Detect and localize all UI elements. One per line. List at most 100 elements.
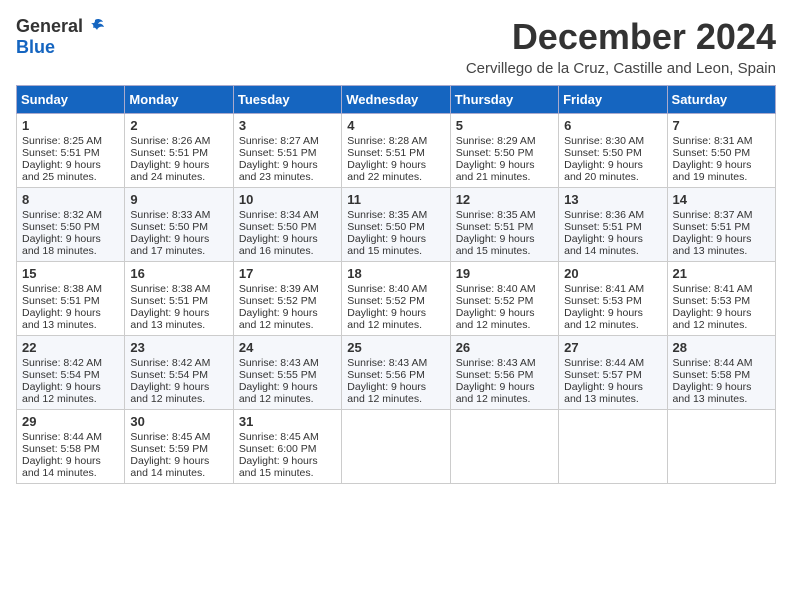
calendar-week-row: 29 Sunrise: 8:44 AM Sunset: 5:58 PM Dayl… <box>17 410 776 484</box>
daylight-label: Daylight: 9 hours and 14 minutes. <box>22 455 101 479</box>
sunrise-label: Sunrise: 8:41 AM <box>673 283 753 295</box>
sunset-label: Sunset: 5:51 PM <box>130 147 208 159</box>
sunrise-label: Sunrise: 8:27 AM <box>239 135 319 147</box>
sunset-label: Sunset: 5:50 PM <box>130 221 208 233</box>
sunrise-label: Sunrise: 8:42 AM <box>22 357 102 369</box>
calendar-cell: 11 Sunrise: 8:35 AM Sunset: 5:50 PM Dayl… <box>342 188 450 262</box>
day-number: 21 <box>673 266 770 281</box>
sunset-label: Sunset: 5:58 PM <box>22 443 100 455</box>
calendar-weekday-header: Thursday <box>450 86 558 114</box>
day-number: 5 <box>456 118 553 133</box>
calendar-cell: 16 Sunrise: 8:38 AM Sunset: 5:51 PM Dayl… <box>125 262 233 336</box>
calendar-cell: 23 Sunrise: 8:42 AM Sunset: 5:54 PM Dayl… <box>125 336 233 410</box>
sunrise-label: Sunrise: 8:26 AM <box>130 135 210 147</box>
sunrise-label: Sunrise: 8:40 AM <box>456 283 536 295</box>
daylight-label: Daylight: 9 hours and 20 minutes. <box>564 159 643 183</box>
calendar-cell: 10 Sunrise: 8:34 AM Sunset: 5:50 PM Dayl… <box>233 188 341 262</box>
calendar-cell: 28 Sunrise: 8:44 AM Sunset: 5:58 PM Dayl… <box>667 336 775 410</box>
sunrise-label: Sunrise: 8:32 AM <box>22 209 102 221</box>
calendar-cell: 18 Sunrise: 8:40 AM Sunset: 5:52 PM Dayl… <box>342 262 450 336</box>
daylight-label: Daylight: 9 hours and 12 minutes. <box>239 307 318 331</box>
day-number: 9 <box>130 192 227 207</box>
calendar-cell: 30 Sunrise: 8:45 AM Sunset: 5:59 PM Dayl… <box>125 410 233 484</box>
sunrise-label: Sunrise: 8:45 AM <box>130 431 210 443</box>
calendar-table: SundayMondayTuesdayWednesdayThursdayFrid… <box>16 85 776 484</box>
sunrise-label: Sunrise: 8:38 AM <box>130 283 210 295</box>
day-number: 29 <box>22 414 119 429</box>
day-number: 16 <box>130 266 227 281</box>
sunset-label: Sunset: 5:51 PM <box>673 221 751 233</box>
sunset-label: Sunset: 5:53 PM <box>564 295 642 307</box>
calendar-cell: 25 Sunrise: 8:43 AM Sunset: 5:56 PM Dayl… <box>342 336 450 410</box>
calendar-cell <box>342 410 450 484</box>
calendar-cell: 20 Sunrise: 8:41 AM Sunset: 5:53 PM Dayl… <box>559 262 667 336</box>
calendar-cell: 7 Sunrise: 8:31 AM Sunset: 5:50 PM Dayli… <box>667 114 775 188</box>
calendar-weekday-header: Friday <box>559 86 667 114</box>
sunrise-label: Sunrise: 8:31 AM <box>673 135 753 147</box>
calendar-cell: 15 Sunrise: 8:38 AM Sunset: 5:51 PM Dayl… <box>17 262 125 336</box>
sunset-label: Sunset: 5:56 PM <box>347 369 425 381</box>
sunset-label: Sunset: 5:51 PM <box>22 295 100 307</box>
daylight-label: Daylight: 9 hours and 21 minutes. <box>456 159 535 183</box>
sunset-label: Sunset: 5:52 PM <box>347 295 425 307</box>
daylight-label: Daylight: 9 hours and 12 minutes. <box>22 381 101 405</box>
calendar-cell: 3 Sunrise: 8:27 AM Sunset: 5:51 PM Dayli… <box>233 114 341 188</box>
day-number: 3 <box>239 118 336 133</box>
daylight-label: Daylight: 9 hours and 23 minutes. <box>239 159 318 183</box>
calendar-week-row: 8 Sunrise: 8:32 AM Sunset: 5:50 PM Dayli… <box>17 188 776 262</box>
day-number: 19 <box>456 266 553 281</box>
daylight-label: Daylight: 9 hours and 14 minutes. <box>564 233 643 257</box>
sunrise-label: Sunrise: 8:34 AM <box>239 209 319 221</box>
sunset-label: Sunset: 5:51 PM <box>456 221 534 233</box>
daylight-label: Daylight: 9 hours and 15 minutes. <box>347 233 426 257</box>
day-number: 23 <box>130 340 227 355</box>
day-number: 12 <box>456 192 553 207</box>
daylight-label: Daylight: 9 hours and 13 minutes. <box>22 307 101 331</box>
calendar-cell <box>667 410 775 484</box>
sunrise-label: Sunrise: 8:30 AM <box>564 135 644 147</box>
calendar-cell: 8 Sunrise: 8:32 AM Sunset: 5:50 PM Dayli… <box>17 188 125 262</box>
location: Cervillego de la Cruz, Castille and Leon… <box>466 60 776 77</box>
sunset-label: Sunset: 5:50 PM <box>347 221 425 233</box>
day-number: 1 <box>22 118 119 133</box>
daylight-label: Daylight: 9 hours and 12 minutes. <box>130 381 209 405</box>
sunrise-label: Sunrise: 8:42 AM <box>130 357 210 369</box>
sunrise-label: Sunrise: 8:28 AM <box>347 135 427 147</box>
daylight-label: Daylight: 9 hours and 24 minutes. <box>130 159 209 183</box>
day-number: 17 <box>239 266 336 281</box>
calendar-cell: 9 Sunrise: 8:33 AM Sunset: 5:50 PM Dayli… <box>125 188 233 262</box>
calendar-week-row: 1 Sunrise: 8:25 AM Sunset: 5:51 PM Dayli… <box>17 114 776 188</box>
sunset-label: Sunset: 5:52 PM <box>239 295 317 307</box>
calendar-weekday-header: Monday <box>125 86 233 114</box>
sunset-label: Sunset: 5:50 PM <box>239 221 317 233</box>
calendar-cell: 1 Sunrise: 8:25 AM Sunset: 5:51 PM Dayli… <box>17 114 125 188</box>
day-number: 8 <box>22 192 119 207</box>
calendar-cell: 22 Sunrise: 8:42 AM Sunset: 5:54 PM Dayl… <box>17 336 125 410</box>
calendar-cell: 5 Sunrise: 8:29 AM Sunset: 5:50 PM Dayli… <box>450 114 558 188</box>
day-number: 28 <box>673 340 770 355</box>
day-number: 7 <box>673 118 770 133</box>
daylight-label: Daylight: 9 hours and 15 minutes. <box>239 455 318 479</box>
calendar-cell: 4 Sunrise: 8:28 AM Sunset: 5:51 PM Dayli… <box>342 114 450 188</box>
calendar-cell: 19 Sunrise: 8:40 AM Sunset: 5:52 PM Dayl… <box>450 262 558 336</box>
daylight-label: Daylight: 9 hours and 12 minutes. <box>456 307 535 331</box>
daylight-label: Daylight: 9 hours and 16 minutes. <box>239 233 318 257</box>
calendar-cell <box>559 410 667 484</box>
sunrise-label: Sunrise: 8:33 AM <box>130 209 210 221</box>
logo: General Blue <box>16 16 105 58</box>
day-number: 26 <box>456 340 553 355</box>
day-number: 30 <box>130 414 227 429</box>
day-number: 10 <box>239 192 336 207</box>
sunrise-label: Sunrise: 8:44 AM <box>564 357 644 369</box>
calendar-cell: 17 Sunrise: 8:39 AM Sunset: 5:52 PM Dayl… <box>233 262 341 336</box>
day-number: 25 <box>347 340 444 355</box>
sunset-label: Sunset: 5:50 PM <box>564 147 642 159</box>
page-header: General Blue December 2024 Cervillego de… <box>16 16 776 77</box>
day-number: 18 <box>347 266 444 281</box>
sunrise-label: Sunrise: 8:41 AM <box>564 283 644 295</box>
day-number: 20 <box>564 266 661 281</box>
calendar-cell: 21 Sunrise: 8:41 AM Sunset: 5:53 PM Dayl… <box>667 262 775 336</box>
sunset-label: Sunset: 5:52 PM <box>456 295 534 307</box>
sunrise-label: Sunrise: 8:37 AM <box>673 209 753 221</box>
calendar-cell: 2 Sunrise: 8:26 AM Sunset: 5:51 PM Dayli… <box>125 114 233 188</box>
